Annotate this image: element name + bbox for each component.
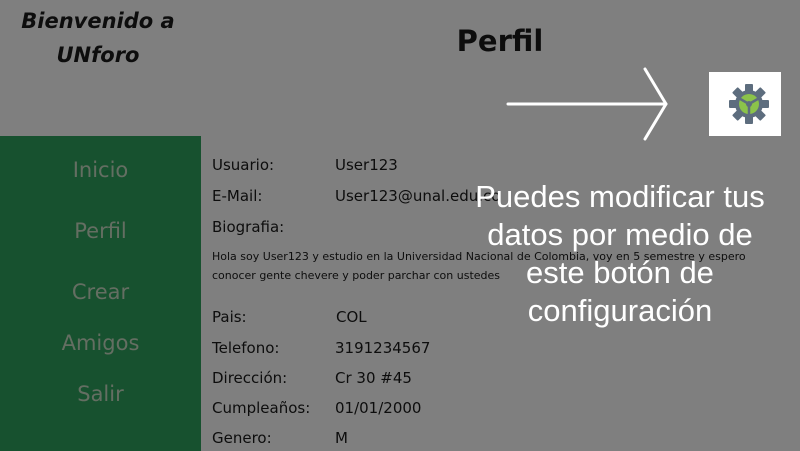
pointer-arrow-icon [506,67,668,141]
settings-button[interactable] [709,72,781,136]
gear-icon [729,84,769,124]
tutorial-hint-text: Puedes modificar tus datos por medio de … [475,179,765,328]
